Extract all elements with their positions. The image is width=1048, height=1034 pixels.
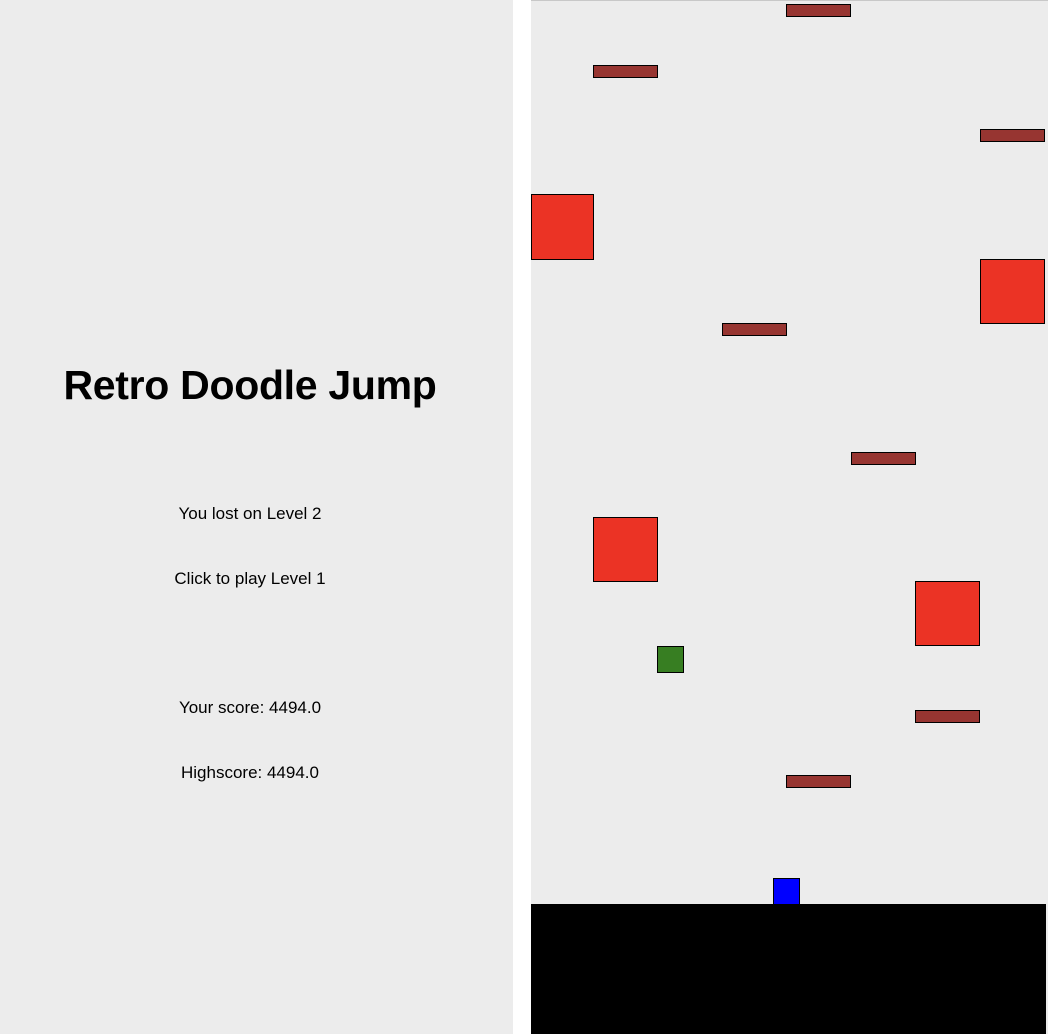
platform [593, 65, 658, 78]
platform [722, 323, 787, 336]
score-text: Your score: 4494.0 [178, 698, 322, 717]
hazard-block [593, 517, 658, 582]
game-canvas[interactable] [531, 0, 1048, 1034]
hazard-block [531, 194, 594, 260]
lost-message: You lost on Level 2 [178, 504, 322, 523]
platform [851, 452, 916, 465]
play-prompt[interactable]: Click to play Level 1 [0, 569, 500, 589]
highscore-text: Highscore: 4494.0 [181, 763, 319, 782]
hazard-block [915, 581, 980, 646]
platform [786, 4, 851, 17]
player-doodle [773, 878, 800, 905]
info-panel: Retro Doodle Jump You lost on Level 2 Cl… [0, 0, 513, 1034]
powerup-block [657, 646, 684, 673]
game-title: Retro Doodle Jump [63, 362, 437, 408]
platform [786, 775, 851, 788]
platform [915, 710, 980, 723]
platform [980, 129, 1045, 142]
ground [531, 904, 1046, 1034]
hazard-block [980, 259, 1045, 324]
